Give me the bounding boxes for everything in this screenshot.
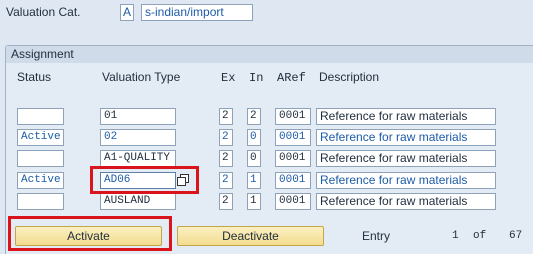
ad06-highlight-box [90,166,199,194]
column-header-in: In [249,71,264,85]
row-in-field[interactable]: 0 [247,129,261,146]
row-status-field[interactable] [17,108,64,125]
valuation-cat-label: Valuation Cat. [6,5,81,19]
row-ex-field[interactable]: 2 [219,129,233,146]
column-header-description: Description [319,70,380,84]
row-in-field[interactable]: 2 [247,108,261,125]
row-description-field[interactable]: Reference for raw materials [316,129,496,146]
valuation-cat-code-field[interactable]: A [120,4,134,21]
column-header-aref: ARef [277,71,306,85]
deactivate-button[interactable]: Deactivate [177,226,324,246]
row-status-field[interactable]: Active [17,172,64,189]
row-aref-field[interactable]: 0001 [275,193,311,210]
row-status-field[interactable] [17,150,64,167]
valuation-cat-value-field[interactable]: s-indian/import [141,4,253,21]
row-description-field[interactable]: Reference for raw materials [316,193,496,210]
row-ex-field[interactable]: 2 [219,172,233,189]
row-ex-field[interactable]: 2 [219,150,233,167]
row-in-field[interactable]: 1 [247,193,261,210]
entry-total: 67 [509,230,523,242]
column-header-ex: Ex [221,71,236,85]
row-status-field[interactable] [17,193,64,210]
row-aref-field[interactable]: 0001 [275,172,311,189]
entry-of: of [473,230,487,242]
row-valuation-type-field[interactable]: AUSLAND [100,193,176,210]
column-header-valuation-type: Valuation Type [102,70,181,84]
entry-label: Entry [362,229,391,243]
row-description-field[interactable]: Reference for raw materials [316,172,496,189]
row-aref-field[interactable]: 0001 [275,150,311,167]
row-ex-field[interactable]: 2 [219,193,233,210]
row-aref-field[interactable]: 0001 [275,108,311,125]
row-valuation-type-field[interactable]: 02 [100,129,176,146]
row-description-field[interactable]: Reference for raw materials [316,150,496,167]
row-description-field[interactable]: Reference for raw materials [316,108,496,125]
row-in-field[interactable]: 0 [247,150,261,167]
row-status-field[interactable]: Active [17,129,64,146]
row-aref-field[interactable]: 0001 [275,129,311,146]
row-valuation-type-field[interactable]: 01 [100,108,176,125]
row-in-field[interactable]: 1 [247,172,261,189]
row-valuation-type-field[interactable]: A1-QUALITY [100,150,176,167]
assignment-title-bar [6,46,533,63]
entry-current: 1 [452,230,459,242]
column-header-status: Status [17,70,52,84]
activate-button[interactable]: Activate [15,226,162,246]
row-ex-field[interactable]: 2 [219,108,233,125]
assignment-title: Assignment [11,47,74,61]
